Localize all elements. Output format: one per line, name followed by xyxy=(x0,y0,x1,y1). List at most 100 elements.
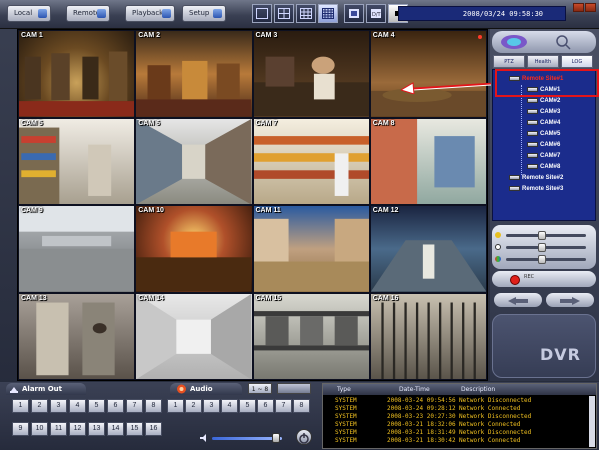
power-button[interactable] xyxy=(296,429,312,445)
tree-node-cam4[interactable]: CAM#4 xyxy=(527,120,560,126)
log-cell: 2008-03-24 09:54:56 xyxy=(387,397,456,404)
tree-node-cam8[interactable]: CAM#8 xyxy=(527,164,560,170)
layout-9-button[interactable] xyxy=(296,4,316,23)
minimize-button[interactable] xyxy=(573,3,584,12)
camera-icon xyxy=(527,131,538,136)
layout-16-button[interactable] xyxy=(318,4,338,23)
layout-4-button[interactable] xyxy=(274,4,294,23)
log-cell: Network Disconnected xyxy=(459,413,532,420)
volume-knob[interactable] xyxy=(272,433,281,443)
channel-range-next-button[interactable] xyxy=(277,383,311,394)
channel-button[interactable]: 12 xyxy=(69,422,86,436)
channel-button[interactable]: 15 xyxy=(126,422,143,436)
tab-health-check[interactable]: Health Check xyxy=(527,55,559,78)
camera-tile[interactable]: CAM 8 xyxy=(370,118,486,204)
camera-label: CAM 12 xyxy=(372,207,399,214)
slider-knob[interactable] xyxy=(538,231,547,240)
record-button[interactable] xyxy=(510,275,520,285)
tree-node-cam3[interactable]: CAM#3 xyxy=(527,109,560,115)
close-button[interactable] xyxy=(585,3,596,12)
channel-button[interactable]: 3 xyxy=(50,399,67,413)
layout-1-button[interactable] xyxy=(252,4,272,23)
channel-button[interactable]: 16 xyxy=(145,422,162,436)
channel-button[interactable]: 1 xyxy=(12,399,29,413)
tree-node-remote-site-3[interactable]: Remote Site#3 xyxy=(509,186,563,192)
channel-button[interactable]: 7 xyxy=(126,399,143,413)
log-row[interactable]: SYSTEM 2008-03-23 20:27:30 Network Disconn… xyxy=(323,413,596,421)
camera-tile[interactable]: CAM 15 xyxy=(253,293,369,379)
camera-tile[interactable]: CAM 6 xyxy=(136,118,252,204)
cam-label: CAM#5 xyxy=(540,131,561,138)
event-log: Type Date-Time Description SYSTEM 2008-03… xyxy=(322,383,597,449)
log-row[interactable]: SYSTEM 2008-03-24 09:28:12 Network Connect… xyxy=(323,405,596,413)
camera-tile[interactable]: CAM 12 xyxy=(370,206,486,292)
channel-button[interactable]: 13 xyxy=(88,422,105,436)
local-label: Local xyxy=(14,9,33,17)
tab-log[interactable]: LOG xyxy=(561,55,593,68)
camera-tile[interactable]: CAM 10 xyxy=(136,206,252,292)
next-page-button[interactable] xyxy=(546,293,594,307)
camera-label: CAM 8 xyxy=(372,119,395,127)
channel-button[interactable]: 7 xyxy=(275,399,292,413)
playback-mode-button[interactable]: Playback xyxy=(125,5,175,22)
previous-page-button[interactable] xyxy=(494,293,542,307)
site-label: Remote Site#2 xyxy=(522,175,564,182)
tab-ptz[interactable]: PTZ xyxy=(493,55,525,68)
playback-label: Playback xyxy=(132,9,164,17)
camera-tile[interactable]: CAM 1 xyxy=(19,31,135,117)
remote-mode-button[interactable]: Remote xyxy=(66,5,110,22)
channel-button[interactable]: 11 xyxy=(50,422,67,436)
channel-button[interactable]: 8 xyxy=(145,399,162,413)
camera-tile[interactable]: CAM 9 xyxy=(19,206,135,292)
slider-knob[interactable] xyxy=(538,255,547,264)
camera-label: CAM 3 xyxy=(255,32,278,39)
capture-button[interactable]: D/T xyxy=(366,4,386,23)
sequence-button[interactable] xyxy=(344,4,364,23)
channel-button[interactable]: 10 xyxy=(31,422,48,436)
audio-volume-slider[interactable] xyxy=(200,431,290,445)
channel-button[interactable]: 5 xyxy=(88,399,105,413)
channel-button[interactable]: 2 xyxy=(31,399,48,413)
contrast-slider[interactable] xyxy=(495,243,586,252)
tree-node-cam6[interactable]: CAM#6 xyxy=(527,142,560,148)
nine-view-icon xyxy=(300,8,312,19)
channel-button[interactable]: 5 xyxy=(239,399,256,413)
camera-tile[interactable]: CAM 13 xyxy=(19,293,135,379)
channel-button[interactable]: 1 xyxy=(167,399,184,413)
tree-node-cam2[interactable]: CAM#2 xyxy=(527,98,560,104)
channel-button[interactable]: 8 xyxy=(293,399,310,413)
camera-tile[interactable]: CAM 3 xyxy=(253,31,369,117)
tree-node-cam5[interactable]: CAM#5 xyxy=(527,131,560,137)
camera-tile[interactable]: CAM 11 xyxy=(253,206,369,292)
channel-button[interactable]: 3 xyxy=(203,399,220,413)
setup-mode-button[interactable]: Setup xyxy=(182,5,226,22)
channel-button[interactable]: 2 xyxy=(185,399,202,413)
channel-button[interactable]: 6 xyxy=(107,399,124,413)
log-row[interactable]: SYSTEM 2008-03-21 18:30:42 Network Connect… xyxy=(323,437,596,445)
camera-tile[interactable]: CAM 16 xyxy=(370,293,486,379)
local-mode-button[interactable]: Local xyxy=(7,5,51,22)
camera-tile[interactable]: CAM 2 xyxy=(136,31,252,117)
camera-label: CAM 9 xyxy=(21,207,43,214)
slider-knob[interactable] xyxy=(538,243,547,252)
channel-button[interactable]: 4 xyxy=(221,399,238,413)
camera-tile[interactable]: CAM 4 xyxy=(370,31,486,117)
camera-label: CAM 6 xyxy=(138,119,161,127)
channel-button[interactable]: 14 xyxy=(107,422,124,436)
tree-node-cam7[interactable]: CAM#7 xyxy=(527,153,560,159)
brightness-slider[interactable] xyxy=(495,231,586,240)
color-slider[interactable] xyxy=(495,255,586,264)
camera-tile[interactable]: CAM 14 xyxy=(136,293,252,379)
channel-range-button[interactable]: 1 ~ 8 xyxy=(248,383,272,394)
channel-button[interactable]: 4 xyxy=(69,399,86,413)
log-row[interactable]: SYSTEM 2008-03-21 18:31:49 Network Disconn… xyxy=(323,429,596,437)
camera-tile[interactable]: CAM 5 xyxy=(19,118,135,204)
camera-tile[interactable]: CAM 7 xyxy=(253,118,369,204)
channel-button[interactable]: 6 xyxy=(257,399,274,413)
log-scrollbar[interactable] xyxy=(589,396,595,447)
log-row[interactable]: SYSTEM 2008-03-21 18:32:06 Network Connect… xyxy=(323,421,596,429)
tree-node-remote-site-2[interactable]: Remote Site#2 xyxy=(509,175,563,181)
log-row[interactable]: SYSTEM 2008-03-24 09:54:56 Network Disconn… xyxy=(323,397,596,405)
arrow-left-icon xyxy=(508,297,528,305)
channel-button[interactable]: 9 xyxy=(12,422,29,436)
